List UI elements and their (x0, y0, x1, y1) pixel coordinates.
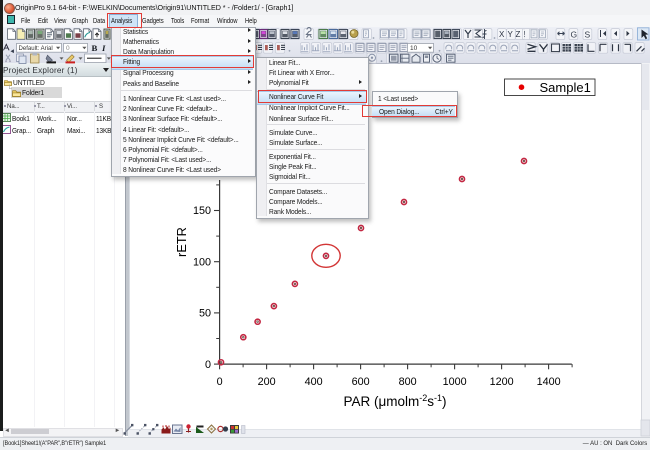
svg-text:1000: 1000 (443, 376, 467, 388)
svg-text:100: 100 (193, 256, 211, 268)
svg-text:Sample1: Sample1 (540, 80, 591, 95)
svg-text:PAR (μmolm-2s-1): PAR (μmolm-2s-1) (343, 393, 446, 409)
svg-text:1200: 1200 (490, 376, 514, 388)
svg-text:1400: 1400 (537, 376, 561, 388)
svg-text:400: 400 (305, 376, 323, 388)
svg-text:150: 150 (193, 205, 211, 217)
svg-text:200: 200 (258, 376, 276, 388)
svg-text:800: 800 (399, 376, 417, 388)
svg-text:600: 600 (352, 376, 370, 388)
svg-text:50: 50 (199, 308, 211, 320)
svg-text:0: 0 (217, 376, 223, 388)
svg-text:rETR: rETR (174, 227, 189, 257)
svg-text:0: 0 (205, 359, 211, 371)
